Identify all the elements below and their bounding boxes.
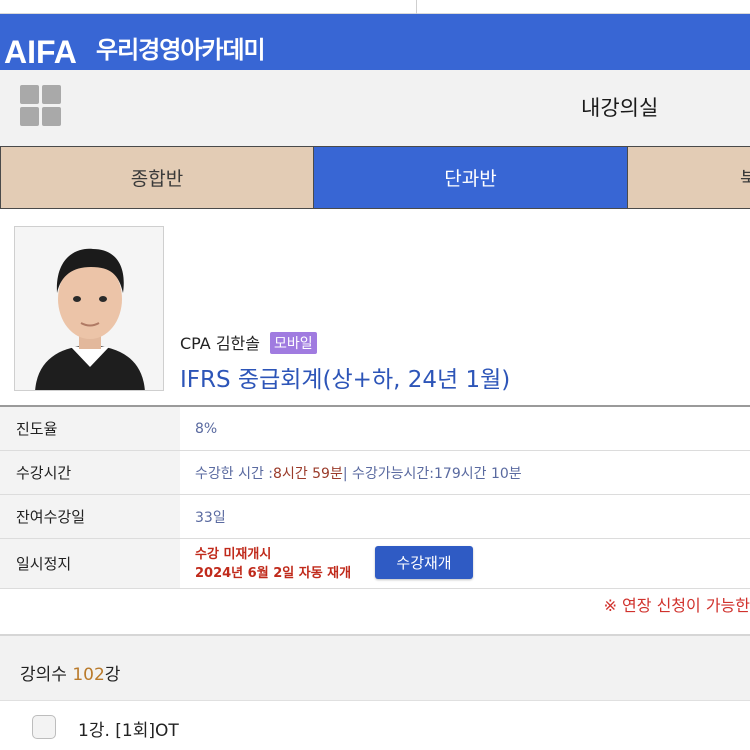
lecture-title[interactable]: 1강. [1회]OT [78, 716, 179, 741]
tab-single-course[interactable]: 단과반 [314, 146, 627, 209]
pause-status: 수강 미재개시 2024년 6월 2일 자동 재개 [195, 545, 351, 583]
tab-bar: 종합반 단과반 북 [0, 146, 750, 209]
lecture-count-number: 102 [72, 665, 105, 685]
pause-label: 일시정지 [0, 539, 180, 588]
page-title: 내강의실 [581, 96, 659, 120]
progress-row: 진도율 8% [0, 407, 750, 451]
instructor-portrait-icon [15, 227, 163, 390]
tab-comprehensive[interactable]: 종합반 [0, 146, 314, 209]
pause-status-line1: 수강 미재개시 [195, 547, 272, 562]
remaining-days-label: 잔여수강일 [0, 495, 180, 538]
extension-notice-text[interactable]: ※ 연장 신청이 가능한 [604, 592, 750, 616]
lecture-count-label: 강의수 [20, 665, 73, 685]
resume-button[interactable]: 수강재개 [375, 546, 473, 579]
list-item[interactable]: 1강. [1회]OT [0, 700, 750, 750]
progress-value: 8% [195, 420, 218, 437]
study-time-row: 수강시간 수강한 시간 : 8시간 59분 | 수강가능시간:179시간 10분 [0, 451, 750, 495]
lecture-count: 강의수 102강 [20, 660, 120, 685]
instructor-label: CPA 김한솔 [180, 334, 260, 353]
pause-status-line2: 2024년 6월 2일 자동 재개 [195, 566, 352, 581]
top-divider [416, 0, 417, 14]
course-title[interactable]: IFRS 중급회계(상+하, 24년 1월) [180, 360, 510, 394]
brand-name[interactable]: 우리경영아카데미 [96, 38, 266, 62]
study-time-label: 수강시간 [0, 451, 180, 494]
lecture-count-suffix: 강 [104, 665, 121, 685]
available-time: | 수강가능시간:179시간 10분 [342, 465, 522, 482]
progress-label: 진도율 [0, 407, 180, 450]
brand-logo[interactable]: AIFA [4, 36, 77, 68]
studied-prefix: 수강한 시간 : [195, 465, 274, 482]
top-strip [0, 0, 750, 14]
pause-row: 일시정지 수강 미재개시 2024년 6월 2일 자동 재개 수강재개 [0, 539, 750, 589]
studied-time: 8시간 59분 [273, 465, 343, 482]
instructor-photo [14, 226, 164, 391]
grid-icon[interactable] [20, 85, 62, 127]
tab-book[interactable]: 북 [627, 146, 750, 209]
mobile-badge: 모바일 [270, 332, 317, 354]
lecture-list-header: 강의수 102강 [0, 634, 750, 700]
title-bar: 내강의실 [0, 70, 750, 146]
study-time-value: 수강한 시간 : 8시간 59분 | 수강가능시간:179시간 10분 [195, 451, 522, 494]
extension-notice: ※ 연장 신청이 가능한 [0, 590, 750, 634]
remaining-days-row: 잔여수강일 33일 [0, 495, 750, 539]
brand-bar: AIFA 우리경영아카데미 [0, 14, 750, 70]
course-info-table: 진도율 8% 수강시간 수강한 시간 : 8시간 59분 | 수강가능시간:17… [0, 405, 750, 589]
lecture-checkbox[interactable] [32, 715, 56, 739]
remaining-days-value: 33일 [195, 509, 226, 526]
instructor-name: CPA 김한솔 모바일 [180, 330, 317, 354]
